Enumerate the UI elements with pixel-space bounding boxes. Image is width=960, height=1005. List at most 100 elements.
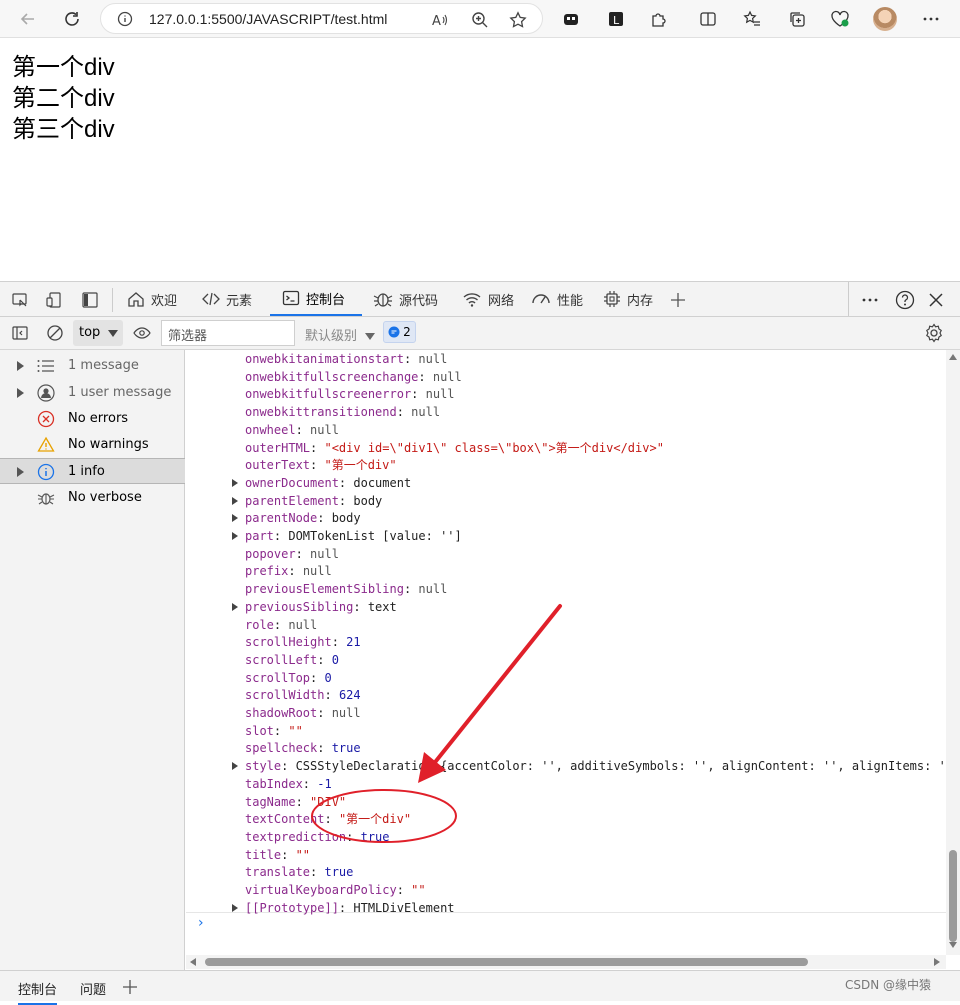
tab-network[interactable]: 网络	[462, 282, 514, 316]
console-property-row[interactable]: part: DOMTokenList [value: '']	[245, 527, 462, 545]
console-prompt-icon[interactable]: ›	[198, 915, 204, 931]
expand-triangle-icon[interactable]	[232, 762, 238, 770]
expand-triangle-icon[interactable]	[232, 479, 238, 487]
property-key: textprediction	[245, 830, 347, 844]
property-value: "<div id=\"div1\" class=\"box\">第一个div</…	[324, 441, 664, 455]
expand-triangle-icon[interactable]	[232, 603, 238, 611]
drawer-tab-console[interactable]: 控制台	[18, 979, 58, 1005]
close-devtools-icon[interactable]	[926, 290, 946, 310]
browser-essentials-icon[interactable]	[829, 8, 851, 30]
more-options-icon[interactable]	[860, 290, 880, 310]
scroll-left-icon[interactable]	[190, 958, 196, 966]
devtools-drawer: 控制台 问题	[0, 970, 960, 1005]
div-text-3: 第三个div	[12, 116, 115, 143]
svg-text:L: L	[613, 14, 620, 27]
issues-count: 2	[403, 325, 411, 339]
help-icon[interactable]	[895, 290, 915, 310]
zoom-icon[interactable]	[471, 11, 489, 29]
property-key: translate	[245, 865, 311, 879]
scroll-down-icon[interactable]	[949, 942, 957, 948]
split-screen-icon[interactable]	[697, 8, 719, 30]
property-key: tabIndex	[245, 777, 303, 791]
tab-memory[interactable]: 内存	[603, 282, 653, 316]
expand-triangle-icon[interactable]	[232, 904, 238, 912]
toggle-sidebar-icon[interactable]	[80, 290, 100, 310]
sidebar-item-info[interactable]: 1 info	[0, 458, 185, 484]
console-property-row[interactable]: previousSibling: text	[245, 598, 397, 616]
device-emulation-icon[interactable]	[44, 290, 64, 310]
clear-console-icon[interactable]	[45, 323, 65, 343]
console-property-row[interactable]: style: CSSStyleDeclaration {accentColor:…	[245, 757, 946, 775]
sidebar-item-verbose[interactable]: No verbose	[0, 485, 185, 511]
code-tags-icon	[202, 292, 220, 306]
console-settings-icon[interactable]	[924, 323, 944, 343]
tab-console[interactable]: 控制台	[270, 282, 362, 316]
scroll-right-icon[interactable]	[934, 958, 940, 966]
sidebar-item-errors[interactable]: No errors	[0, 406, 185, 432]
console-property-row[interactable]: ownerDocument: document	[245, 474, 411, 492]
read-aloud-icon[interactable]: A	[431, 11, 449, 29]
context-selector[interactable]: top	[73, 320, 123, 346]
property-value: null	[432, 370, 462, 384]
svg-text:A: A	[432, 14, 441, 29]
property-separator: :	[288, 564, 303, 578]
profile-avatar[interactable]	[873, 7, 897, 31]
expand-caret-icon[interactable]	[17, 467, 24, 477]
expand-triangle-icon[interactable]	[232, 497, 238, 505]
console-property-row[interactable]: [[Prototype]]: HTMLDivElement	[245, 899, 455, 917]
property-separator: :	[310, 458, 325, 472]
tab-sources[interactable]: 源代码	[373, 282, 438, 316]
filter-input[interactable]: 筛选器	[161, 320, 295, 346]
property-separator: :	[317, 706, 332, 720]
add-tab-icon[interactable]	[668, 290, 688, 310]
issues-badge[interactable]: 2	[383, 321, 416, 343]
sidebar-item-warnings[interactable]: No warnings	[0, 432, 185, 458]
scroll-up-icon[interactable]	[949, 354, 957, 360]
back-button[interactable]	[16, 7, 40, 31]
inspect-element-icon[interactable]	[10, 290, 30, 310]
tab-welcome[interactable]: 欢迎	[127, 282, 177, 316]
show-sidebar-icon[interactable]	[10, 323, 30, 343]
drawer-tab-issues[interactable]: 问题	[80, 979, 106, 998]
property-value: ""	[288, 724, 303, 738]
favorites-icon[interactable]	[741, 8, 763, 30]
favorite-star-icon[interactable]	[509, 11, 527, 29]
expand-caret-icon[interactable]	[17, 388, 24, 398]
tab-performance[interactable]: 性能	[531, 282, 583, 316]
horizontal-scroll-thumb[interactable]	[205, 958, 808, 966]
property-separator: :	[281, 759, 296, 773]
log-levels-dropdown[interactable]: 默认级别	[305, 325, 376, 344]
expand-caret-icon[interactable]	[17, 361, 24, 371]
console-output[interactable]: › onwebkitanimationstart: null onwebkitfu…	[186, 350, 946, 955]
console-sidebar: 1 message 1 user message No errors No wa…	[0, 350, 185, 970]
extension-l-icon[interactable]: L	[605, 8, 627, 30]
live-expression-eye-icon[interactable]	[132, 323, 152, 343]
property-separator: :	[396, 405, 412, 419]
drawer-add-tab-icon[interactable]	[122, 979, 138, 999]
expand-triangle-icon[interactable]	[232, 532, 238, 540]
extensions-puzzle-icon[interactable]	[648, 8, 670, 30]
address-bar[interactable]: 127.0.0.1:5500/JAVASCRIPT/test.html A	[100, 3, 543, 34]
collections-icon[interactable]	[786, 8, 808, 30]
sidebar-item-messages[interactable]: 1 message	[0, 353, 185, 379]
console-property-row: onwebkitfullscreenchange: null	[245, 368, 462, 386]
tab-elements[interactable]: 元素	[202, 282, 252, 316]
console-property-row: popover: null	[245, 545, 339, 563]
more-menu-icon[interactable]	[920, 8, 942, 30]
expand-triangle-icon[interactable]	[232, 514, 238, 522]
gauge-icon	[532, 294, 550, 304]
console-property-row: scrollHeight: 21	[245, 633, 361, 651]
site-info-icon[interactable]	[117, 11, 133, 27]
property-key: previousSibling	[245, 600, 354, 614]
reload-button[interactable]	[60, 7, 84, 31]
vertical-scroll-thumb[interactable]	[949, 850, 957, 942]
url-text[interactable]: 127.0.0.1:5500/JAVASCRIPT/test.html	[149, 11, 387, 27]
chip-icon	[604, 291, 620, 307]
console-property-row[interactable]: parentNode: body	[245, 509, 361, 527]
console-property-row[interactable]: parentElement: body	[245, 492, 382, 510]
property-value: document	[353, 476, 412, 490]
extension-tile-icon[interactable]	[560, 8, 582, 30]
tab-memory-label: 内存	[627, 293, 654, 309]
property-value: null	[310, 423, 339, 437]
sidebar-item-user-messages[interactable]: 1 user message	[0, 380, 185, 406]
